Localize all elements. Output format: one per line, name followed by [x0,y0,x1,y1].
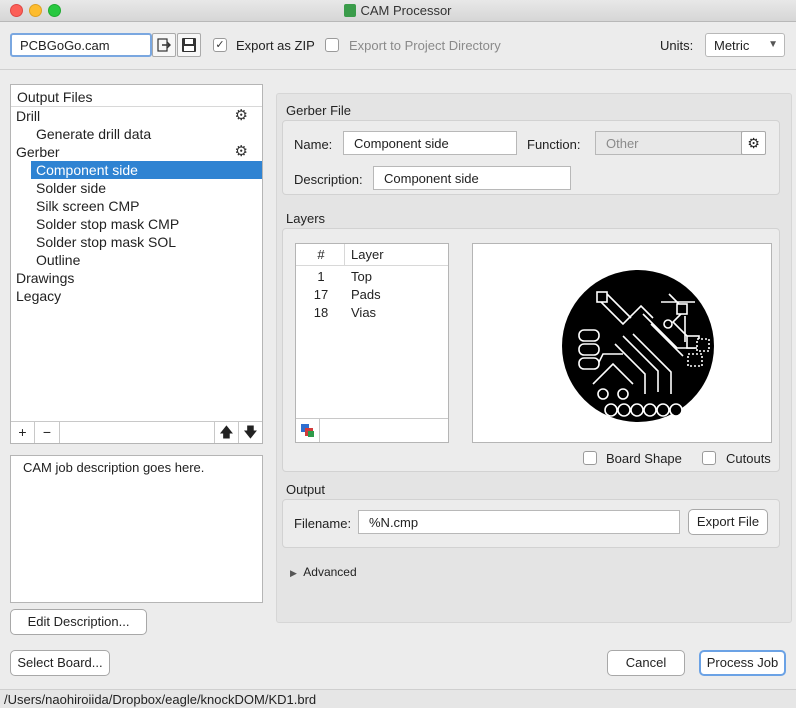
board-path: /Users/naohiroiida/Dropbox/eagle/knockDO… [4,692,317,707]
tree-item-generate-drill-data[interactable]: Generate drill data [11,125,262,143]
edit-layers-button[interactable] [296,419,320,442]
layers-table: # Layer 1 Top 17 Pads 18 Vias [295,243,449,443]
units-label: Units: [660,38,694,53]
gear-icon: ⚙ [747,135,760,151]
layer-number: 18 [313,305,329,320]
output-files-panel: Output Files Drill ⚙ Generate drill data… [10,84,263,444]
add-output-button[interactable]: + [11,422,35,443]
layer-name: Top [351,269,372,284]
layers-table-header: # Layer [296,244,448,266]
cancel-button[interactable]: Cancel [607,650,685,676]
move-down-button[interactable]: 🡇 [239,422,262,443]
table-row[interactable]: 1 Top [296,266,448,284]
job-description-textarea[interactable]: CAM job description goes here. [10,455,263,603]
move-up-button[interactable]: 🡅 [214,422,239,443]
tree-item-silk-screen-cmp[interactable]: Silk screen CMP [11,197,262,215]
plus-icon: + [18,424,27,440]
floppy-disk-icon [182,38,196,52]
minus-icon: − [42,424,52,440]
tree-item-solder-stop-mask-cmp[interactable]: Solder stop mask CMP [11,215,262,233]
layers-title: Layers [286,211,326,226]
export-zip-label: Export as ZIP [236,38,315,53]
pcb-preview-image [562,270,714,422]
tree-item-outline[interactable]: Outline [11,251,262,269]
export-file-button[interactable]: Export File [688,509,768,535]
function-label: Function: [527,137,581,152]
filename-label: Filename: [294,516,352,531]
tree-item-legacy[interactable]: Legacy [11,287,262,305]
toolbar: PCBGoGo.cam ✓ Export as ZIP Export to Pr… [0,22,796,70]
export-project-checkbox[interactable] [325,38,339,52]
gear-icon[interactable]: ⚙ [235,107,248,125]
tree-item-drawings[interactable]: Drawings [11,269,262,287]
layer-name: Pads [351,287,381,302]
tree-item-solder-stop-mask-sol[interactable]: Solder stop mask SOL [11,233,262,251]
table-row[interactable]: 17 Pads [296,284,448,302]
board-shape-label: Board Shape [606,451,682,466]
arrow-down-icon: 🡇 [243,424,258,440]
title-bar: CAM Processor [0,0,796,22]
cam-file-field[interactable]: PCBGoGo.cam [10,33,152,57]
status-bar: /Users/naohiroiida/Dropbox/eagle/knockDO… [0,689,796,708]
tree-item-label: Outline [36,252,81,268]
tree-item-label: Drawings [16,270,75,286]
description-input[interactable]: Component side [373,166,571,190]
output-files-header: Output Files [11,85,262,107]
tree-item-component-side[interactable]: Component side [31,161,262,179]
window-title-wrap: CAM Processor [0,3,796,18]
table-row[interactable]: 18 Vias [296,302,448,320]
remove-output-button[interactable]: − [35,422,60,443]
function-settings-button[interactable]: ⚙ [741,131,766,155]
tree-item-label: Drill [16,108,41,124]
tree-item-gerber[interactable]: Gerber ⚙ [11,143,262,161]
cam-app-icon [344,4,357,17]
edit-description-button[interactable]: Edit Description... [10,609,147,635]
name-input[interactable]: Component side [343,131,517,155]
layer-number: 17 [313,287,329,302]
output-files-toolbar: + − 🡅 🡇 [11,421,262,443]
tree-item-label: Legacy [16,288,62,304]
name-label: Name: [294,137,333,152]
arrow-up-icon: 🡅 [219,424,234,440]
process-job-button[interactable]: Process Job [699,650,786,676]
board-shape-checkbox[interactable] [583,451,597,465]
layer-number: 1 [317,269,325,284]
tree-item-label: Solder side [36,180,107,196]
cutouts-label: Cutouts [726,451,771,466]
advanced-label: Advanced [303,565,357,579]
tree-item-label: Generate drill data [36,126,152,142]
output-title: Output [286,482,326,497]
select-board-button[interactable]: Select Board... [10,650,110,676]
export-zip-checkbox[interactable]: ✓ [213,38,227,52]
layers-toolbar [296,418,448,442]
advanced-disclosure[interactable]: ▶ Advanced [290,565,357,579]
layers-icon [301,424,314,437]
tree-item-label: Silk screen CMP [36,198,140,214]
col-header-layer: Layer [351,247,384,262]
disclosure-triangle-icon: ▶ [290,568,297,578]
save-cam-file-button[interactable] [177,33,201,57]
window-title: CAM Processor [360,3,452,18]
tree-item-label: Solder stop mask SOL [36,234,177,250]
filename-input[interactable]: %N.cmp [358,510,680,534]
tree-item-label: Solder stop mask CMP [36,216,180,232]
units-select[interactable]: Metric ▼ [705,33,785,57]
layer-name: Vias [351,305,377,320]
tree-item-solder-side[interactable]: Solder side [11,179,262,197]
gerber-file-title: Gerber File [286,103,352,118]
tree-item-drill[interactable]: Drill ⚙ [11,107,262,125]
function-input: Other [595,131,742,155]
tree-item-label: Component side [36,162,138,178]
tree-item-label: Gerber [16,144,60,160]
layer-preview [472,243,772,443]
open-cam-file-button[interactable] [152,33,176,57]
open-file-icon [157,38,171,52]
description-label: Description: [294,172,363,187]
col-header-number: # [317,247,325,262]
export-project-label: Export to Project Directory [349,38,501,53]
cutouts-checkbox[interactable] [702,451,716,465]
chevron-down-icon: ▼ [768,39,778,50]
units-value: Metric [714,38,750,53]
gear-icon[interactable]: ⚙ [235,143,248,161]
